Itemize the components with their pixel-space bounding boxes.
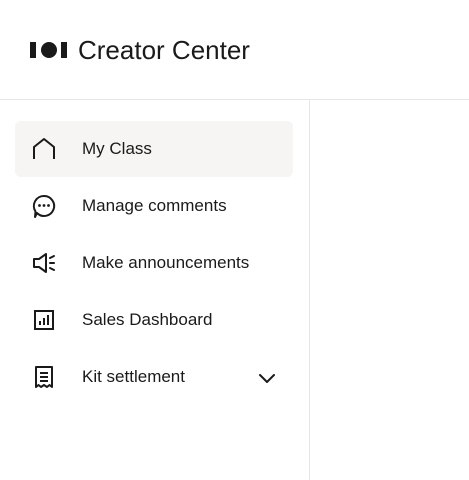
bar-chart-icon	[30, 306, 58, 334]
sidebar-item-label: Kit settlement	[82, 367, 185, 386]
sidebar-item-my-class[interactable]: My Class	[15, 121, 293, 177]
brand-title: Creator Center	[78, 35, 250, 65]
receipt-icon	[30, 363, 58, 391]
sidebar: My Class Manage comments Make announceme…	[0, 100, 310, 480]
brand[interactable]: Creator Center	[30, 34, 250, 66]
sidebar-item-manage-comments[interactable]: Manage comments	[15, 178, 293, 234]
chevron-down-icon[interactable]	[256, 367, 278, 389]
megaphone-icon	[30, 249, 58, 277]
sidebar-item-label: Make announcements	[82, 253, 250, 272]
sidebar-item-make-announcements[interactable]: Make announcements	[15, 235, 293, 291]
home-icon	[30, 135, 58, 163]
top-header: Creator Center	[0, 0, 469, 100]
brand-logo-icon	[30, 42, 67, 58]
sidebar-item-label: Manage comments	[82, 196, 227, 215]
sidebar-item-label: My Class	[82, 139, 152, 158]
comment-icon	[30, 192, 58, 220]
sidebar-item-kit-settlement[interactable]: Kit settlement	[15, 349, 293, 405]
sidebar-item-sales-dashboard[interactable]: Sales Dashboard	[15, 292, 293, 348]
sidebar-item-label: Sales Dashboard	[82, 310, 213, 329]
